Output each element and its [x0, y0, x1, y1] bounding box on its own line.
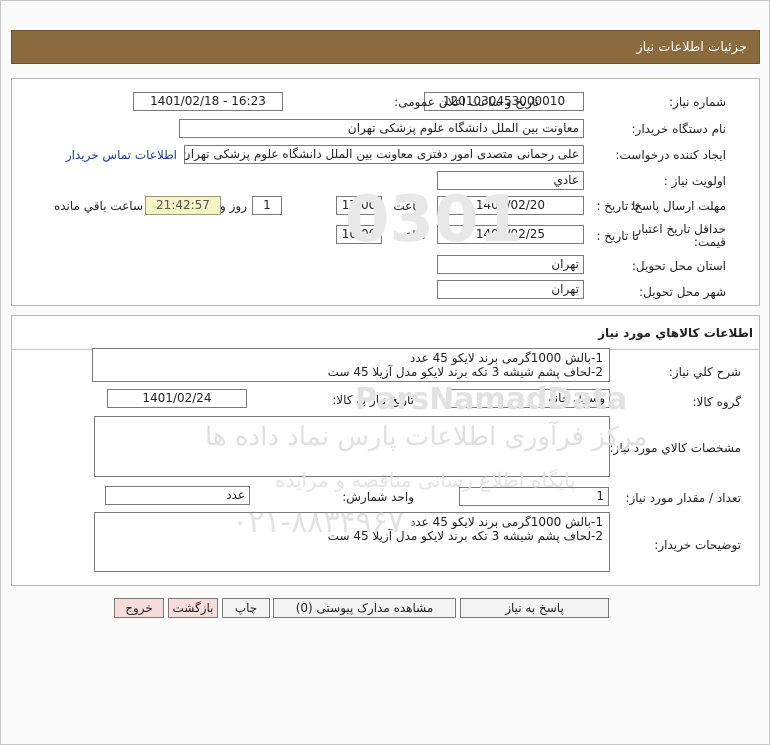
goods-group-label: گروه کالا:: [692, 395, 742, 409]
reply-button[interactable]: پاسخ به نیاز: [460, 598, 609, 618]
buyer-contact-link[interactable]: اطلاعات تماس خریدار: [66, 148, 177, 162]
validity-time-field: 10:00: [336, 225, 382, 244]
unit-label: واحد شمارش:: [342, 490, 414, 504]
creator-label: ایجاد کننده درخواست:: [615, 148, 726, 162]
buyer-notes-label: توضیحات خریدار:: [654, 538, 741, 552]
goods-info-panel: اطلاعات کالاهاي مورد نياز شرح کلي نياز: …: [11, 315, 760, 586]
summary-label: شرح کلي نياز:: [668, 365, 741, 379]
days-field: 1: [252, 196, 282, 215]
deadline-date-field: 1401/02/20: [437, 196, 584, 215]
validity-date-field: 1401/02/25: [437, 225, 584, 244]
need-date-label: تاریخ نیاز به کالا:: [332, 393, 414, 407]
page-title: جزئیات اطلاعات نیاز: [636, 39, 747, 55]
creator-field: علی رحمانی متصدی امور دفتری معاونت بین ا…: [184, 145, 584, 164]
deadline-time-label: ساعت: [393, 199, 426, 213]
buyer-org-label: نام دستگاه خریدار:: [631, 122, 727, 136]
remaining-label: ساعت باقي مانده: [53, 199, 143, 213]
announce-label: تاریخ و ساعت اعلان عمومی:: [394, 95, 539, 109]
print-button[interactable]: چاپ: [222, 598, 270, 618]
quantity-label: تعداد / مقدار مورد نیاز:: [625, 491, 741, 505]
summary-textbox: 1-بالش 1000گرمی برند لایکو 45 عدد 2-لحاف…: [92, 348, 610, 382]
need-number-label: شماره نیاز:: [669, 95, 726, 109]
goods-group-field: وسایل خانه: [448, 389, 610, 408]
validity-label-1: حداقل تاریخ اعتبار: [635, 222, 726, 236]
remaining-time-field: 21:42:57: [145, 196, 221, 215]
notes-line-1: 1-بالش 1000گرمی برند لایکو 45 عدد: [409, 515, 603, 529]
specs-label: مشخصات کالاي مورد نياز:: [609, 441, 741, 455]
buyer-org-field: معاونت بین الملل دانشگاه علوم پزشکی تهرا…: [179, 119, 584, 138]
validity-to-date-label: تا تاریخ :: [596, 229, 639, 243]
summary-line-2: 2-لحاف پشم شیشه 3 تکه برند لایکو مدل آزی…: [327, 365, 603, 379]
deadline-label: مهلت ارسال پاسخ:: [630, 199, 726, 213]
days-label: روز و: [220, 199, 247, 213]
page-header: جزئیات اطلاعات نیاز: [11, 30, 760, 64]
notes-line-2: 2-لحاف پشم شیشه 3 تکه برند لایکو مدل آزی…: [327, 529, 603, 543]
goods-section-title: اطلاعات کالاهاي مورد نياز: [12, 316, 759, 350]
province-field: تهران: [437, 255, 584, 274]
deadline-to-date-label: تا تاریخ :: [596, 199, 639, 213]
quantity-field: 1: [459, 487, 609, 506]
validity-label-2: قیمت:: [693, 235, 726, 249]
summary-line-1: 1-بالش 1000گرمی برند لایکو 45 عدد: [409, 351, 603, 365]
exit-button[interactable]: خروج: [114, 598, 164, 618]
city-label: شهر محل تحویل:: [639, 285, 726, 299]
priority-field: عادي: [437, 171, 584, 190]
buyer-notes-textbox: 1-بالش 1000گرمی برند لایکو 45 عدد 2-لحاف…: [94, 512, 610, 572]
validity-time-label: ساعت: [393, 228, 426, 242]
back-button[interactable]: بازگشت: [168, 598, 218, 618]
need-date-field: 1401/02/24: [107, 389, 247, 408]
deadline-time-field: 17:00: [336, 196, 382, 215]
priority-label: اولویت نیاز :: [663, 174, 726, 188]
province-label: استان محل تحویل:: [631, 259, 726, 273]
goods-section-title-text: اطلاعات کالاهاي مورد نياز: [598, 325, 753, 340]
attachments-button[interactable]: مشاهده مدارک پیوستی (0): [273, 598, 456, 618]
announce-field: 1401/02/18 - 16:23: [133, 92, 283, 111]
need-info-panel: شماره نیاز: 1201030453000010 تاریخ و ساع…: [11, 78, 760, 306]
city-field: تهران: [437, 280, 584, 299]
unit-field: عدد: [105, 486, 250, 505]
specs-textbox: [94, 416, 610, 477]
